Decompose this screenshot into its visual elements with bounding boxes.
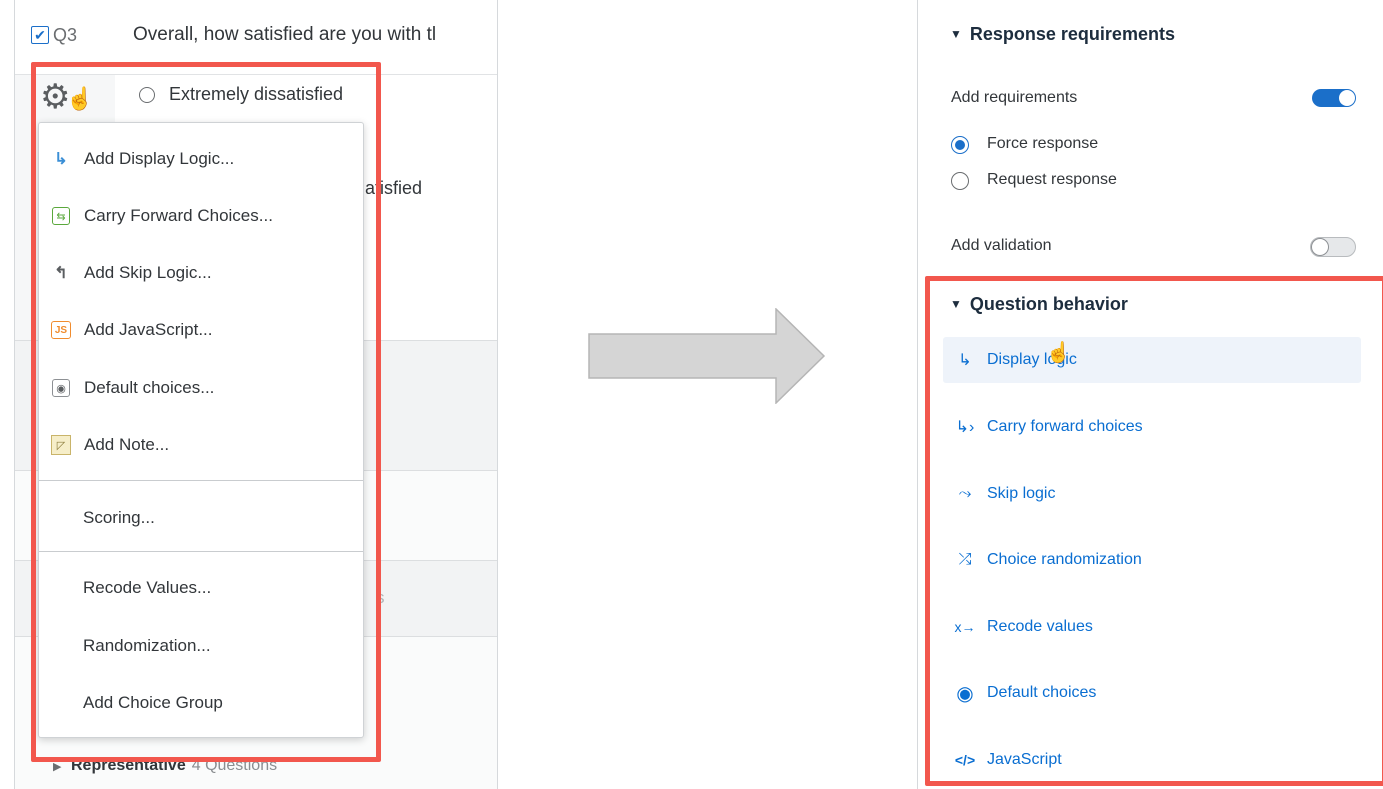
menu-item-scoring[interactable]: Scoring...: [39, 498, 407, 538]
behavior-recode-values[interactable]: x→ Recode values: [943, 604, 1361, 650]
block-name: Representative: [71, 757, 186, 774]
force-response-label: Force response: [987, 135, 1099, 152]
menu-item-label: Add Skip Logic...: [84, 263, 212, 282]
hand-cursor-icon: ☝: [1046, 342, 1071, 364]
caret-down-icon: ▼: [950, 297, 962, 311]
javascript-icon: JS: [51, 321, 71, 339]
behavior-label: Skip logic: [987, 485, 1056, 502]
section-question-behavior[interactable]: ▼ Question behavior: [950, 294, 1128, 315]
skip-logic-icon: ⤳: [958, 485, 972, 502]
display-logic-icon: ↳: [958, 352, 972, 369]
behavior-skip-logic[interactable]: ⤳ Skip logic: [943, 471, 1361, 517]
behavior-label: Carry forward choices: [987, 418, 1143, 435]
section-title: Question behavior: [969, 294, 1128, 314]
menu-item-label: Carry Forward Choices...: [84, 206, 273, 225]
question-number: Q3: [53, 25, 78, 45]
block-label[interactable]: Representative 4 Questions: [71, 757, 277, 775]
behavior-default-choices[interactable]: ◉ Default choices: [943, 670, 1361, 716]
behavior-label: Choice randomization: [987, 551, 1142, 568]
behavior-choice-randomization[interactable]: ⤮ Choice randomization: [943, 537, 1361, 583]
menu-item-add-javascript[interactable]: JS Add JavaScript...: [39, 310, 363, 350]
menu-item-label: Randomization...: [83, 636, 211, 655]
toggle-knob: [1311, 238, 1329, 256]
code-icon: </>: [954, 752, 976, 768]
behavior-label: JavaScript: [987, 751, 1062, 768]
add-requirements-label: Add requirements: [951, 89, 1078, 106]
shuffle-icon: ⤮: [958, 551, 972, 568]
choice-label: Extremely dissatisfied: [169, 84, 344, 104]
menu-item-add-skip-logic[interactable]: ↰ Add Skip Logic...: [39, 253, 363, 293]
menu-item-add-note[interactable]: ◸ Add Note...: [39, 425, 363, 465]
question-checkbox[interactable]: ✔: [31, 26, 49, 44]
default-choices-icon: ◉: [52, 379, 70, 397]
menu-divider: [39, 480, 363, 481]
menu-item-add-display-logic[interactable]: ↳ Add Display Logic...: [39, 139, 363, 179]
hand-cursor-icon: ☝: [66, 86, 94, 111]
section-response-requirements[interactable]: ▼ Response requirements: [950, 24, 1175, 45]
caret-down-icon: ▼: [950, 27, 962, 41]
block-expand-icon[interactable]: ▶: [53, 760, 61, 773]
behavior-display-logic[interactable]: ↳ Display logic: [943, 337, 1361, 383]
behavior-label: Recode values: [987, 618, 1093, 635]
behavior-carry-forward-choices[interactable]: ↳› Carry forward choices: [943, 404, 1361, 450]
menu-item-label: Add JavaScript...: [84, 320, 213, 339]
request-response-radio[interactable]: [951, 172, 969, 190]
carry-forward-icon: ↳›: [955, 419, 975, 436]
choice-radio[interactable]: [139, 87, 155, 103]
menu-item-label: Add Choice Group: [83, 693, 223, 712]
carry-forward-icon: ⇆: [52, 207, 70, 225]
menu-item-randomization[interactable]: Randomization...: [39, 626, 407, 666]
menu-item-label: Default choices...: [84, 378, 215, 397]
menu-item-label: Scoring...: [83, 508, 155, 527]
question-text[interactable]: Overall, how satisfied are you with tl: [133, 24, 436, 46]
menu-item-default-choices[interactable]: ◉ Default choices...: [39, 368, 363, 408]
add-validation-label: Add validation: [951, 237, 1052, 254]
behavior-javascript[interactable]: </> JavaScript: [943, 737, 1361, 783]
transition-arrow-icon: [588, 308, 826, 404]
block-count: 4 Questions: [191, 757, 278, 774]
default-choices-icon: ◉: [956, 682, 974, 705]
menu-item-label: Add Note...: [84, 435, 170, 454]
menu-item-label: Recode Values...: [83, 578, 212, 597]
question-options-menu: ↳ Add Display Logic... ⇆ Carry Forward C…: [38, 122, 364, 738]
menu-item-add-choice-group[interactable]: Add Choice Group: [39, 683, 407, 723]
display-logic-icon: ↳: [54, 151, 68, 168]
request-response-label: Request response: [987, 171, 1117, 188]
add-requirements-toggle[interactable]: [1312, 89, 1356, 107]
menu-item-recode-values[interactable]: Recode Values...: [39, 568, 407, 608]
recode-icon: x→: [954, 619, 976, 635]
add-validation-toggle[interactable]: [1310, 237, 1356, 257]
note-icon: ◸: [51, 435, 71, 455]
force-response-radio[interactable]: [951, 136, 969, 154]
menu-divider: [39, 551, 363, 552]
toggle-knob: [1339, 90, 1355, 106]
section-title: Response requirements: [969, 24, 1175, 44]
behavior-label: Default choices: [987, 684, 1097, 701]
menu-item-carry-forward[interactable]: ⇆ Carry Forward Choices...: [39, 196, 363, 236]
menu-item-label: Add Display Logic...: [84, 149, 235, 168]
skip-logic-icon: ↰: [54, 265, 68, 282]
